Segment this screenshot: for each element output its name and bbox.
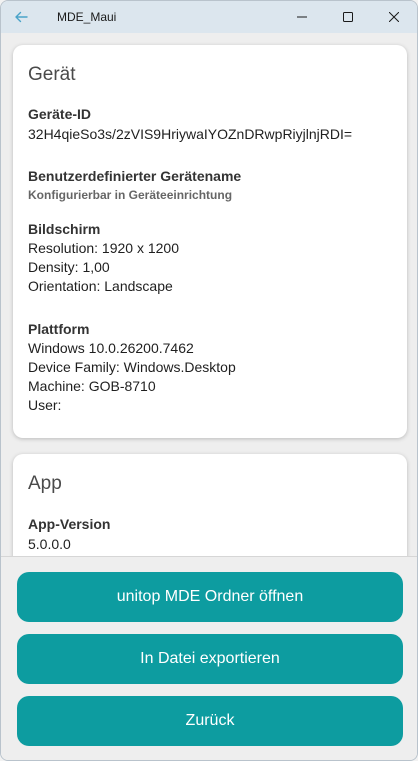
screen-resolution: Resolution: 1920 x 1200 [28, 240, 179, 256]
back-arrow-button[interactable] [1, 1, 41, 33]
close-icon [389, 12, 399, 22]
device-card: Gerät Geräte-ID 32H4qieSo3s/2zVIS9Hriywa… [13, 45, 407, 438]
platform-user: User: [28, 397, 62, 413]
scroll-content[interactable]: Gerät Geräte-ID 32H4qieSo3s/2zVIS9Hriywa… [1, 33, 417, 556]
arrow-left-icon [15, 11, 28, 23]
button-footer: unitop MDE Ordner öffnen In Datei export… [1, 556, 417, 760]
export-button[interactable]: In Datei exportieren [17, 634, 403, 684]
screen-label: Bildschirm [28, 221, 101, 237]
screen-orientation: Orientation: Landscape [28, 278, 173, 294]
app-window: MDE_Maui Gerät Geräte-ID 32H4qieSo3s/2zV… [0, 0, 418, 761]
screen-density: Density: 1,00 [28, 259, 110, 275]
minimize-icon [297, 16, 307, 18]
maximize-button[interactable] [325, 1, 371, 33]
app-card: App App-Version 5.0.0.0 [13, 454, 407, 556]
close-button[interactable] [371, 1, 417, 33]
back-button[interactable]: Zurück [17, 696, 403, 746]
platform-os: Windows 10.0.26200.7462 [28, 340, 194, 356]
caption-buttons [279, 1, 417, 33]
window-title: MDE_Maui [57, 10, 117, 24]
device-card-title: Gerät [28, 64, 76, 85]
device-id-value: 32H4qieSo3s/2zVIS9HriywaIYOZnDRwpRiyjlnj… [28, 126, 353, 142]
custom-name-label: Benutzerdefinierter Gerätename [28, 168, 242, 184]
platform-machine: Machine: GOB-8710 [28, 378, 156, 394]
device-id-label: Geräte-ID [28, 106, 92, 122]
app-version-label: App-Version [28, 516, 111, 532]
platform-label: Plattform [28, 321, 90, 337]
platform-device-family: Device Family: Windows.Desktop [28, 359, 236, 375]
app-card-title: App [28, 473, 62, 494]
open-folder-button[interactable]: unitop MDE Ordner öffnen [17, 572, 403, 622]
custom-name-hint: Konfigurierbar in Geräteeinrichtung [28, 188, 233, 202]
maximize-icon [343, 12, 353, 22]
title-bar[interactable]: MDE_Maui [1, 1, 417, 33]
minimize-button[interactable] [279, 1, 325, 33]
app-version-value: 5.0.0.0 [28, 536, 71, 552]
